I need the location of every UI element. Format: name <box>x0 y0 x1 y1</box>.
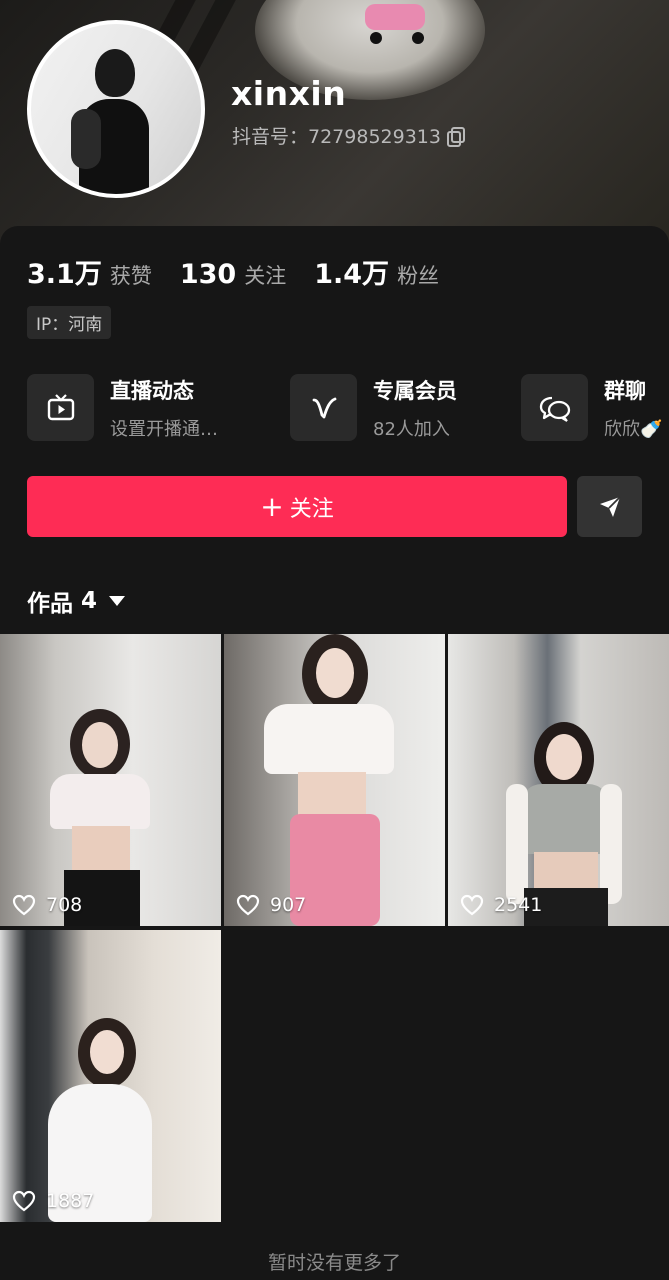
douyin-id[interactable]: 抖音号：72798529313 <box>232 122 465 149</box>
avatar[interactable] <box>27 20 205 198</box>
ip-location-tag: IP：河南 <box>27 306 112 339</box>
feature-title: 群聊 <box>604 378 646 403</box>
follow-button[interactable]: + 关注 <box>27 476 567 537</box>
v-icon <box>290 374 357 441</box>
plus-icon: + <box>260 489 284 523</box>
video-likes: 1887 <box>12 1190 94 1212</box>
likes-count: 1887 <box>46 1190 95 1212</box>
works-tab-label: 作品 <box>27 591 73 617</box>
video-tile[interactable]: 708 <box>0 634 221 926</box>
video-likes: 907 <box>236 894 306 916</box>
heart-icon <box>236 894 260 916</box>
video-tile[interactable]: 2541 <box>448 634 669 926</box>
stat-value: 1.4万 <box>314 259 390 290</box>
video-likes: 2541 <box>460 894 542 916</box>
caret-down-icon <box>109 596 126 606</box>
works-count: 4 <box>81 588 98 614</box>
video-tile[interactable]: 1887 <box>0 930 221 1222</box>
likes-count: 708 <box>46 894 83 916</box>
video-likes: 708 <box>12 894 82 916</box>
heart-icon <box>12 894 36 916</box>
follow-label: 关注 <box>289 496 334 522</box>
stats-row: 3.1万 获赞 130 关注 1.4万 粉丝 <box>27 252 467 291</box>
stat-value: 130 <box>179 259 237 290</box>
send-message-button[interactable] <box>577 476 642 537</box>
stat-followers[interactable]: 1.4万 粉丝 <box>314 252 439 291</box>
feature-subtitle: 设置开播通… <box>110 418 218 440</box>
stat-label: 获赞 <box>109 264 152 288</box>
works-tab[interactable]: 作品 4 <box>27 584 126 618</box>
stat-label: 粉丝 <box>397 264 440 288</box>
likes-count: 2541 <box>494 894 543 916</box>
heart-icon <box>12 1190 36 1212</box>
video-tile[interactable]: 907 <box>224 634 445 926</box>
stat-value: 3.1万 <box>27 259 102 290</box>
feature-subtitle: 82人加入 <box>373 418 450 440</box>
stat-following[interactable]: 130 关注 <box>180 259 286 290</box>
send-icon <box>599 495 621 517</box>
feature-title: 专属会员 <box>373 378 457 403</box>
feature-membership[interactable]: 专属会员 82人加入 <box>290 374 457 441</box>
stat-label: 关注 <box>244 264 287 288</box>
stat-likes[interactable]: 3.1万 获赞 <box>27 252 152 291</box>
copy-icon[interactable] <box>446 126 465 147</box>
no-more-text: 暂时没有更多了 <box>267 1252 401 1274</box>
feature-group-chat[interactable]: 群聊 欣欣🍼 <box>521 374 662 441</box>
tv-icon <box>27 374 94 441</box>
username: xinxin <box>231 74 347 113</box>
douyin-id-text: 抖音号：72798529313 <box>232 126 441 148</box>
feature-subtitle: 欣欣🍼 <box>604 418 663 440</box>
chat-bubbles-icon <box>521 374 588 441</box>
feature-title: 直播动态 <box>110 378 194 403</box>
likes-count: 907 <box>270 894 307 916</box>
heart-icon <box>460 894 484 916</box>
feature-live-updates[interactable]: 直播动态 设置开播通… <box>27 374 218 441</box>
